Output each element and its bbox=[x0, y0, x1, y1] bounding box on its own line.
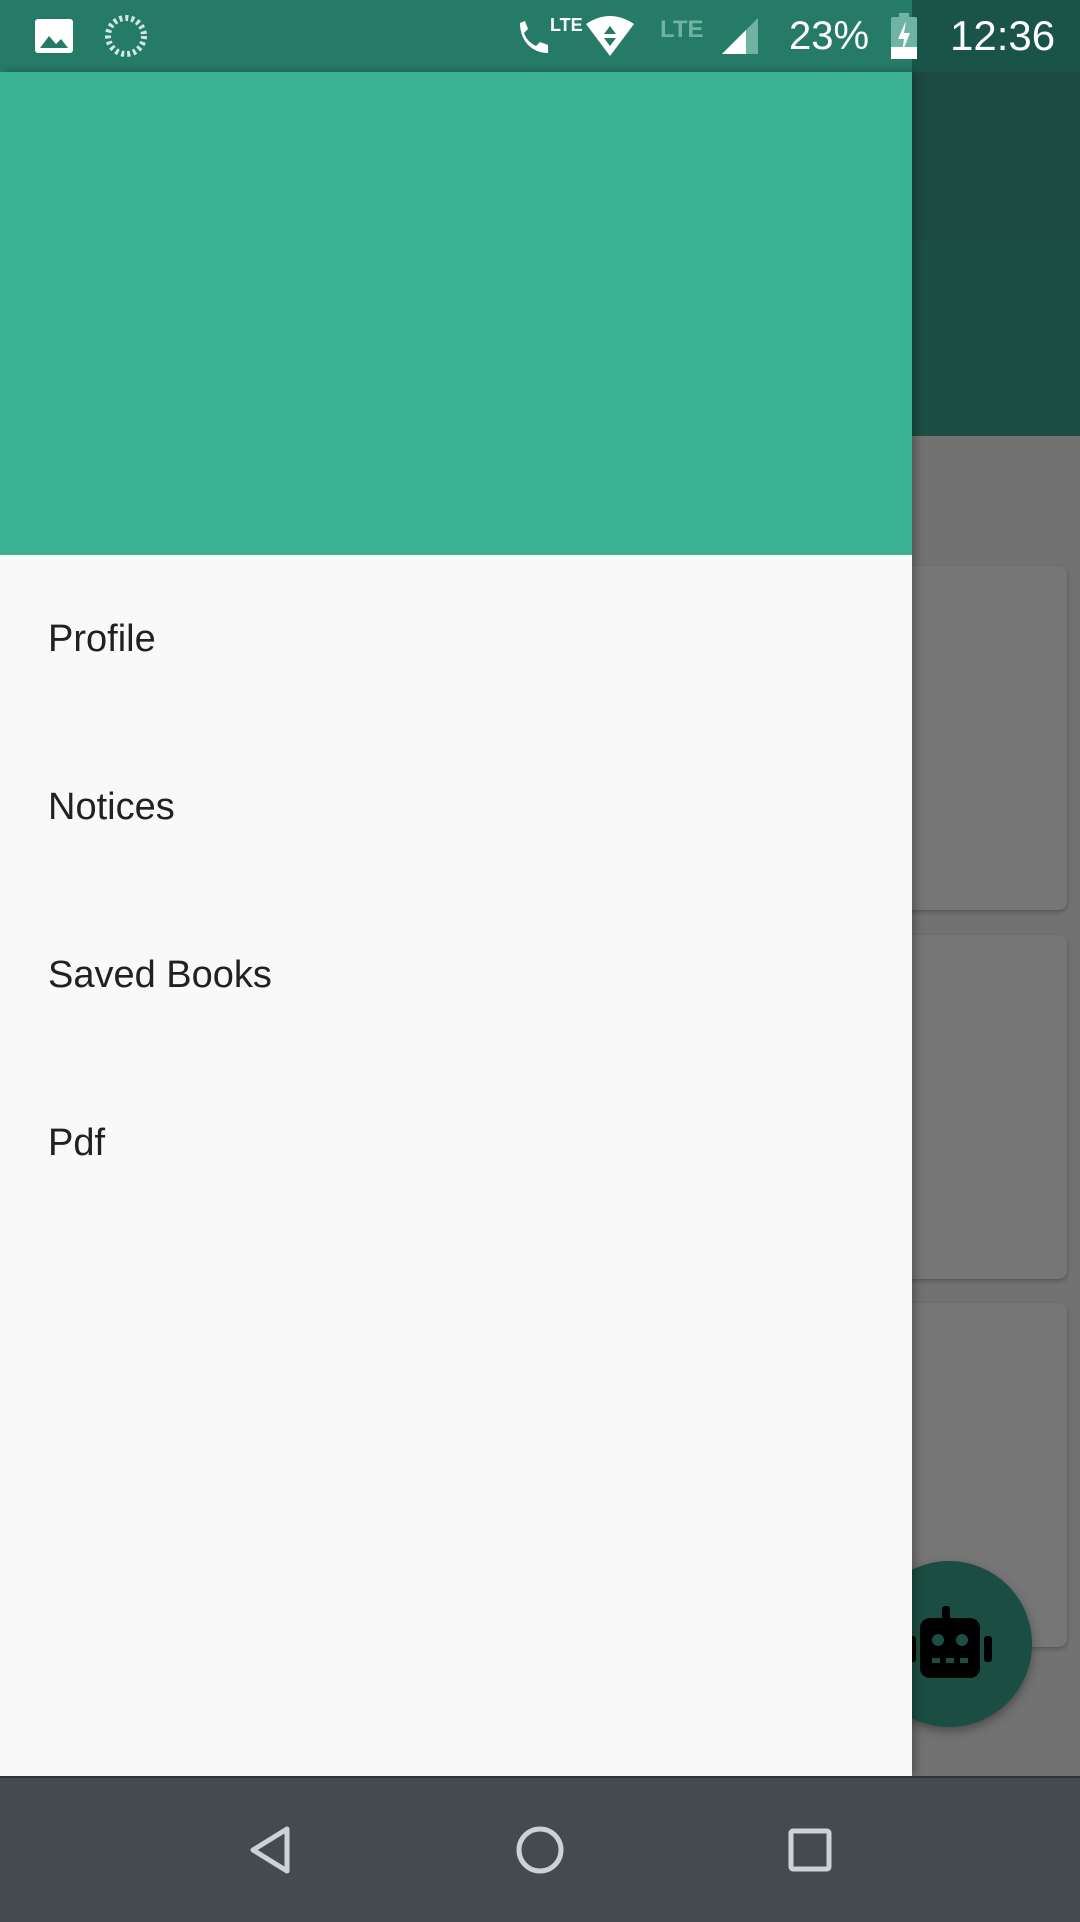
menu-item-notices[interactable]: Notices bbox=[0, 723, 912, 891]
content-card bbox=[890, 935, 1067, 1279]
recents-button[interactable] bbox=[760, 1800, 860, 1900]
lte-label-2: LTE bbox=[660, 16, 704, 43]
home-button[interactable] bbox=[490, 1800, 590, 1900]
robot-icon bbox=[908, 1606, 992, 1678]
drawer-header bbox=[0, 72, 912, 555]
menu-item-profile[interactable]: Profile bbox=[0, 555, 912, 723]
signal-icon bbox=[720, 0, 760, 72]
recents-icon bbox=[788, 1828, 832, 1872]
battery-charging-icon bbox=[890, 0, 918, 72]
sync-spinner-icon bbox=[104, 0, 148, 72]
clock: 12:36 bbox=[950, 12, 1056, 59]
image-notification-icon bbox=[34, 0, 74, 72]
back-button[interactable] bbox=[220, 1800, 320, 1900]
navigation-drawer: Profile Notices Saved Books Pdf bbox=[0, 72, 912, 1776]
back-icon bbox=[250, 1826, 290, 1874]
wifi-data-icon bbox=[584, 0, 636, 72]
drawer-menu: Profile Notices Saved Books Pdf bbox=[0, 555, 912, 1227]
volte-call-icon: LTE bbox=[514, 0, 583, 72]
battery-percent: 23% bbox=[789, 13, 870, 58]
status-bar: LTE LTE 23% 12:36 bbox=[0, 0, 1080, 72]
menu-item-saved-books[interactable]: Saved Books bbox=[0, 891, 912, 1059]
system-nav-bar bbox=[0, 1776, 1080, 1922]
menu-item-pdf[interactable]: Pdf bbox=[0, 1059, 912, 1227]
content-card bbox=[890, 566, 1067, 910]
lte-label-1: LTE bbox=[550, 14, 583, 35]
home-icon bbox=[516, 1826, 564, 1874]
